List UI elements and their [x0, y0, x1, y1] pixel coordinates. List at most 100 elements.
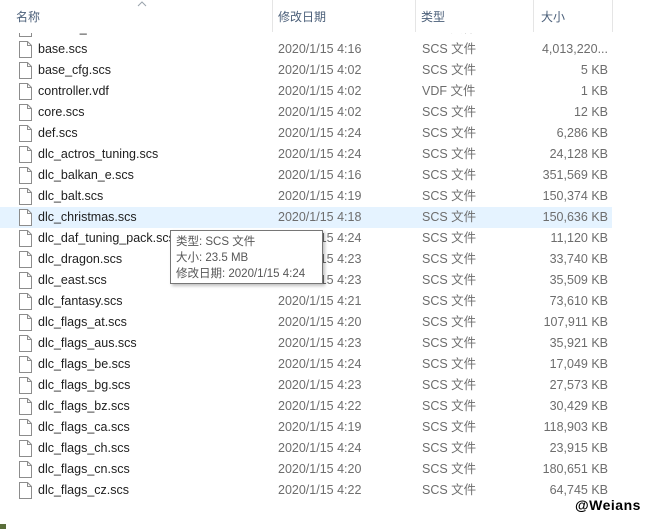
file-icon [19, 83, 32, 100]
file-name: dlc_flags_bz.scs [38, 399, 130, 413]
file-row[interactable]: dlc_flags_ch.scs 2020/1/15 4:24 SCS 文件 23,9… [0, 438, 612, 459]
file-modified-date: 2020/1/15 4:21 [278, 294, 362, 308]
file-row[interactable]: core.scs 2020/1/15 4:02 SCS 文件 12 KB [0, 102, 612, 123]
file-type: SCS 文件 [422, 441, 477, 455]
column-header-date[interactable]: 修改日期 [274, 0, 414, 32]
file-type: SCS 文件 [422, 336, 477, 350]
tooltip-type: 类型: SCS 文件 [176, 236, 256, 248]
file-row[interactable]: dlc_flags_be.scs 2020/1/15 4:24 SCS 文件 17,0… [0, 354, 612, 375]
file-modified-date: 2020/1/15 4:02 [278, 63, 362, 77]
file-name: def.scs [38, 126, 78, 140]
file-type: SCS 文件 [422, 399, 477, 413]
file-icon [19, 356, 32, 373]
file-name: dlc_flags_be.scs [38, 357, 131, 371]
file-row[interactable]: controller.vdf 2020/1/15 4:02 VDF 文件 1 KB [0, 81, 612, 102]
file-row[interactable]: dlc_balt.scs 2020/1/15 4:19 SCS 文件 150,374 … [0, 186, 612, 207]
file-icon [19, 41, 32, 58]
file-modified-date: 2020/1/15 4:19 [278, 189, 362, 203]
file-row[interactable]: dlc_flags_at.scs 2020/1/15 4:20 SCS 文件 107,… [0, 312, 612, 333]
file-size: 107,911 KB [543, 315, 608, 329]
file-explorer-window: 227300_install.vdf2020/1/15 4:02VDF 文件1 … [0, 0, 663, 529]
file-modified-date: 2020/1/15 4:18 [278, 210, 362, 224]
file-row[interactable]: base_cfg.scs 2020/1/15 4:02 SCS 文件 5 KB [0, 60, 612, 81]
file-size: 24,128 KB [549, 147, 608, 161]
column-divider[interactable] [272, 0, 273, 32]
file-row[interactable]: dlc_flags_bz.scs 2020/1/15 4:22 SCS 文件 30,4… [0, 396, 612, 417]
file-modified-date: 2020/1/15 4:02 [278, 105, 362, 119]
file-icon [19, 461, 32, 478]
file-row[interactable]: def.scs 2020/1/15 4:24 SCS 文件 6,286 KB [0, 123, 612, 144]
file-icon [19, 398, 32, 415]
file-icon [19, 293, 32, 310]
file-icon [19, 188, 32, 205]
file-name: dlc_dragon.scs [38, 252, 123, 266]
file-type: SCS 文件 [422, 42, 477, 56]
file-name: dlc_flags_ch.scs [38, 441, 130, 455]
file-name: dlc_flags_ca.scs [38, 420, 130, 434]
file-row[interactable]: dlc_fantasy.scs 2020/1/15 4:21 SCS 文件 73,61… [0, 291, 612, 312]
file-icon [19, 377, 32, 394]
file-type: SCS 文件 [422, 210, 477, 224]
file-name: dlc_christmas.scs [38, 210, 137, 224]
file-modified-date: 2020/1/15 4:23 [278, 378, 362, 392]
file-modified-date: 2020/1/15 4:19 [278, 420, 362, 434]
file-icon [19, 62, 32, 79]
file-type: VDF 文件 [422, 84, 476, 98]
column-divider[interactable] [415, 0, 416, 32]
file-icon [19, 167, 32, 184]
column-header-type[interactable]: 类型 [417, 0, 533, 32]
file-modified-date: 2020/1/15 4:20 [278, 462, 362, 476]
file-row[interactable]: dlc_christmas.scs 2020/1/15 4:18 SCS 文件 150… [0, 207, 612, 228]
file-modified-date: 2020/1/15 4:24 [278, 147, 362, 161]
file-type: SCS 文件 [422, 252, 477, 266]
column-divider[interactable] [612, 0, 613, 32]
file-info-tooltip: 类型: SCS 文件 大小: 23.5 MB 修改日期: 2020/1/15 4… [170, 230, 323, 284]
file-icon [19, 146, 32, 163]
file-row[interactable]: dlc_flags_aus.scs 2020/1/15 4:23 SCS 文件 35,… [0, 333, 612, 354]
file-type: SCS 文件 [422, 294, 477, 308]
file-icon [19, 272, 32, 289]
file-size: 33,740 KB [549, 252, 608, 266]
file-row[interactable]: dlc_balkan_e.scs 2020/1/15 4:16 SCS 文件 351,… [0, 165, 612, 186]
column-divider[interactable] [533, 0, 534, 32]
tooltip-modified-date: 修改日期: 2020/1/15 4:24 [176, 268, 306, 280]
file-size: 27,573 KB [549, 378, 608, 392]
file-icon [19, 125, 32, 142]
file-row[interactable]: dlc_flags_ca.scs 2020/1/15 4:19 SCS 文件 118,… [0, 417, 612, 438]
file-name: dlc_balt.scs [38, 189, 104, 203]
file-row[interactable]: dlc_actros_tuning.scs 2020/1/15 4:24 SCS 文… [0, 144, 612, 165]
file-size: 30,429 KB [549, 399, 608, 413]
file-modified-date: 2020/1/15 4:20 [278, 315, 362, 329]
file-size: 1 KB [580, 84, 608, 98]
file-type: SCS 文件 [422, 462, 477, 476]
file-type: SCS 文件 [422, 378, 477, 392]
file-row[interactable]: base.scs 2020/1/15 4:16 SCS 文件 4,013,220... [0, 39, 612, 60]
tooltip-size: 大小: 23.5 MB [176, 252, 249, 264]
file-type: SCS 文件 [422, 273, 477, 287]
column-header-name[interactable]: 名称 [12, 0, 272, 32]
file-row[interactable]: dlc_flags_cn.scs 2020/1/15 4:20 SCS 文件 180,… [0, 459, 612, 480]
file-size: 351,569 KB [542, 168, 608, 182]
file-icon [19, 104, 32, 121]
column-header-size[interactable]: 大小 [537, 0, 613, 32]
file-modified-date: 2020/1/15 4:22 [278, 399, 362, 413]
file-row[interactable]: dlc_flags_bg.scs 2020/1/15 4:23 SCS 文件 27,5… [0, 375, 612, 396]
file-type: SCS 文件 [422, 315, 477, 329]
file-name: dlc_daf_tuning_pack.scs [38, 231, 175, 245]
file-name: base_cfg.scs [38, 63, 111, 77]
file-size: 23,915 KB [549, 441, 608, 455]
file-name: dlc_flags_aus.scs [38, 336, 137, 350]
file-icon [19, 335, 32, 352]
column-header-bar: 名称 修改日期 类型 大小 [0, 0, 663, 33]
file-size: 5 KB [580, 63, 608, 77]
file-icon [19, 230, 32, 247]
desktop-corner [0, 524, 6, 529]
file-name: dlc_balkan_e.scs [38, 168, 134, 182]
file-modified-date: 2020/1/15 4:16 [278, 168, 362, 182]
file-size: 150,374 KB [542, 189, 608, 203]
file-icon [19, 419, 32, 436]
file-type: SCS 文件 [422, 483, 477, 497]
file-modified-date: 2020/1/15 4:02 [278, 84, 362, 98]
file-icon [19, 440, 32, 457]
file-row[interactable]: dlc_flags_cz.scs 2020/1/15 4:22 SCS 文件 64,7… [0, 480, 612, 501]
